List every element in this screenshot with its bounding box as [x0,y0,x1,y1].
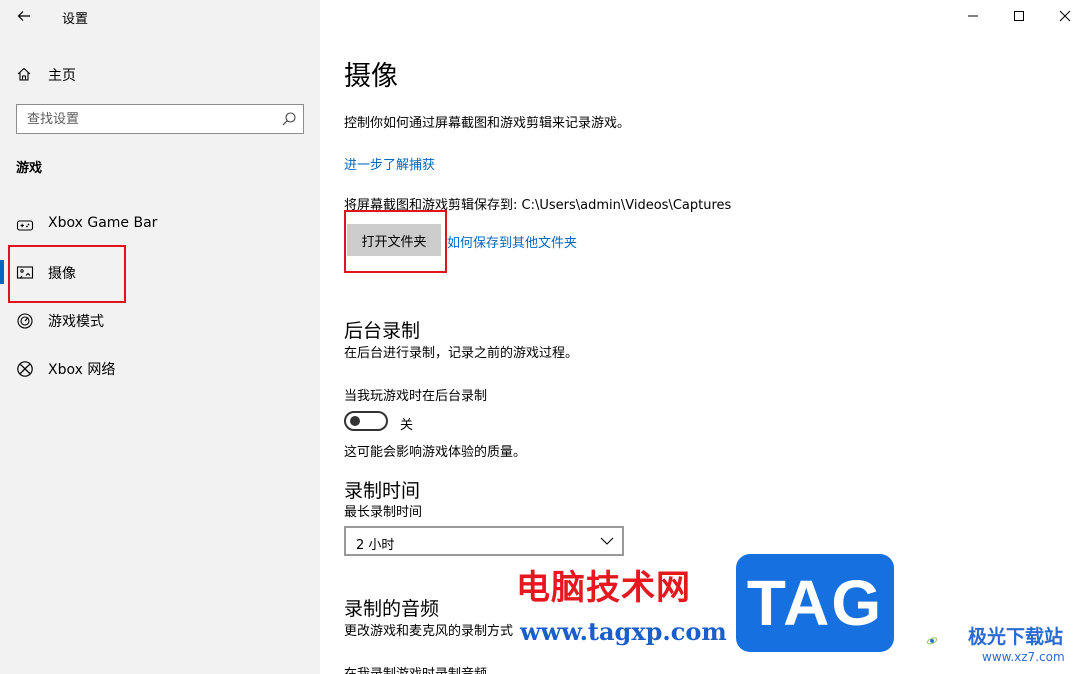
sidebar-item-game-mode[interactable]: 游戏模式 [0,300,320,340]
background-recording-description: 在后台进行录制，记录之前的游戏过程。 [344,346,579,361]
save-path-text: 将屏幕截图和游戏剪辑保存到: C:\Users\admin\Videos\Cap… [344,198,732,213]
sidebar: 设置 主页 游戏 Xbox Game Bar 摄像 游戏模式 Xbox 网络 [0,0,320,674]
record-audio-label: 在我录制游戏时录制音频 [344,663,487,674]
sidebar-item-label: Xbox 网络 [48,362,116,378]
back-button[interactable] [10,4,38,28]
learn-more-link[interactable]: 进一步了解捕获 [344,154,435,173]
background-recording-heading: 后台录制 [344,320,421,342]
dropdown-value: 2 小时 [356,538,395,553]
app-title: 设置 [62,12,89,27]
chevron-down-icon [600,537,614,545]
sidebar-item-label: 摄像 [48,266,76,282]
toggle-knob [350,416,360,426]
background-recording-toggle[interactable] [344,411,388,431]
background-recording-toggle-label: 当我玩游戏时在后台录制 [344,389,488,404]
section-title: 游戏 [16,161,43,176]
watermark-site-url: www.tagxp.com [520,617,727,646]
sidebar-item-captures[interactable]: 摄像 [0,252,320,292]
tag-logo-text: TAG [746,567,884,639]
tag-logo: TAG [736,554,894,652]
toggle-state-text: 关 [400,418,414,433]
brand-url: www.xz7.com [982,650,1065,664]
selected-indicator [0,260,4,284]
arrow-left-icon [17,11,30,21]
xbox-icon [17,361,33,377]
brand-name: 极光下载站 [968,626,1064,648]
sidebar-item-label: 游戏模式 [48,314,104,330]
sidebar-item-xbox-game-bar[interactable]: Xbox Game Bar [0,204,320,244]
search-icon [282,112,296,126]
open-folder-button[interactable]: 打开文件夹 [347,224,441,256]
page-description: 控制你如何通过屏幕截图和游戏剪辑来记录游戏。 [344,116,631,131]
recorded-audio-description: 更改游戏和麦克风的录制方式 [344,624,514,639]
xbox-game-bar-icon [16,220,34,231]
recording-length-heading: 录制时间 [344,480,421,502]
watermark-site-name: 电脑技术网 [516,568,691,608]
sidebar-item-label: Xbox Game Bar [48,215,158,231]
search-field[interactable] [16,104,304,134]
main-content: 摄像 控制你如何通过屏幕截图和游戏剪辑来记录游戏。 进一步了解捕获 将屏幕截图和… [320,0,1088,674]
sidebar-item-label: 主页 [48,68,76,84]
save-elsewhere-link[interactable]: 如何保存到其他文件夹 [447,232,577,251]
search-input[interactable] [17,105,275,133]
brand-logo-icon [927,637,938,645]
sidebar-item-xbox-network[interactable]: Xbox 网络 [0,348,320,388]
page-title: 摄像 [344,61,398,92]
recording-length-label: 最长录制时间 [344,505,423,520]
recorded-audio-heading: 录制的音频 [344,598,440,620]
recording-length-dropdown[interactable]: 2 小时 [344,526,624,556]
performance-note: 这可能会影响游戏体验的质量。 [344,445,527,460]
game-mode-icon [17,313,33,329]
home-icon [17,67,31,81]
sidebar-item-home[interactable]: 主页 [0,56,320,92]
captures-icon [16,266,34,279]
